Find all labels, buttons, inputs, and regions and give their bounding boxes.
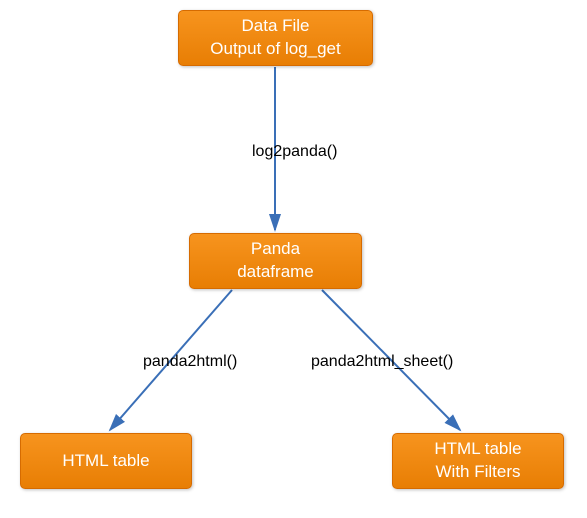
node-panda-dataframe-line1: Panda xyxy=(251,238,300,261)
node-html-table-filters-line2: With Filters xyxy=(436,461,521,484)
node-data-file: Data File Output of log_get xyxy=(178,10,373,66)
node-html-table: HTML table xyxy=(20,433,192,489)
node-panda-dataframe: Panda dataframe xyxy=(189,233,362,289)
node-html-table-filters-line1: HTML table xyxy=(434,438,521,461)
edge-label-panda2html: panda2html() xyxy=(143,353,237,371)
edge-label-panda2html-sheet: panda2html_sheet() xyxy=(311,353,453,371)
node-html-table-filters: HTML table With Filters xyxy=(392,433,564,489)
node-html-table-line1: HTML table xyxy=(62,450,149,473)
node-data-file-line1: Data File xyxy=(241,15,309,38)
node-data-file-line2: Output of log_get xyxy=(210,38,340,61)
node-panda-dataframe-line2: dataframe xyxy=(237,261,314,284)
edge-label-log2panda: log2panda() xyxy=(252,143,337,161)
